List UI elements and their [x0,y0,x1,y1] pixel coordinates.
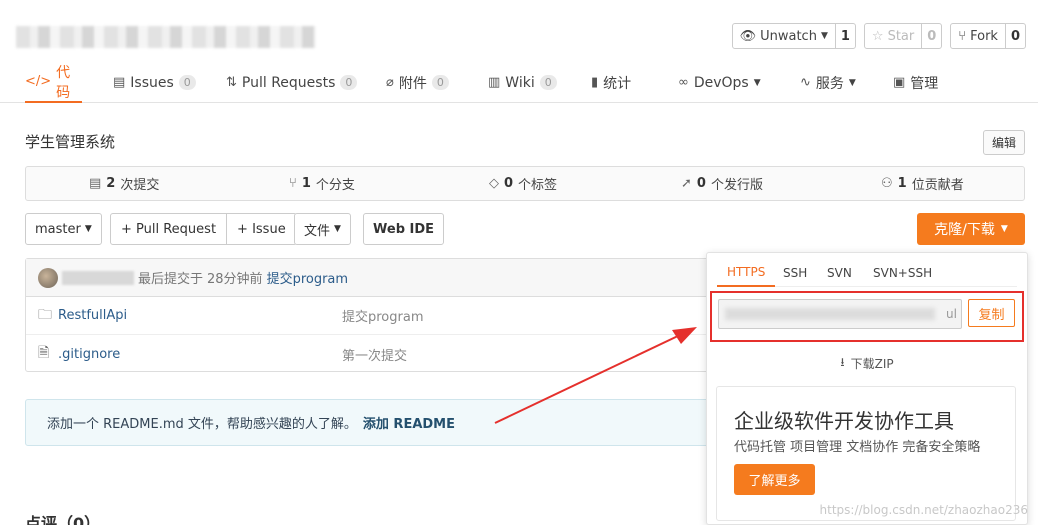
repo-actions: 👁 Unwatch ▼ 1 ☆ Star 0 ⑂ Fork 0 [731,23,1026,49]
new-issue-button[interactable]: + Issue [226,214,296,244]
project-description: 学生管理系统 [25,133,116,151]
clone-download-button[interactable]: 克隆/下载 ▼ [917,213,1025,245]
code-icon: </> [25,74,52,89]
file-name-link[interactable]: RestfullApi [58,308,127,323]
stat-branches[interactable]: ⑂ 1 个分支 [289,167,355,200]
tab-ssh[interactable]: SSH [773,259,817,287]
devops-icon: ∞ [678,75,689,90]
author-name-redacted [62,270,134,285]
star-count: 0 [921,24,941,48]
stats-icon: ▮ [591,75,599,90]
tab-code[interactable]: </> 代码 [25,62,82,103]
caret-down-icon: ▼ [848,77,856,88]
watch-count: 1 [834,24,855,48]
download-zip-link[interactable]: ⭳ 下载ZIP [707,353,1027,374]
tab-pull-requests[interactable]: ⇅ Pull Requests 0 [226,62,358,103]
caret-down-icon: ▼ [820,31,828,41]
commit-message-link[interactable]: 提交program [267,268,349,287]
repo-tabs: </> 代码 ▤ Issues 0 ⇅ Pull Requests 0 ⌀ 附件 0 ▥ Wik… [0,62,1038,103]
protocol-tabs: HTTPS SSH SVN SVN+SSH [717,259,1017,287]
repo-stats-bar: ▤ 2 次提交 ⑂ 1 个分支 ◇ 0 个标签 ➚ 0 个发行版 ⚇ 1 位贡献者 [25,166,1025,201]
issues-icon: ▤ [113,75,126,90]
branch-icon: ⑂ [289,176,297,191]
avatar [38,267,58,288]
caret-down-icon: ▼ [84,224,92,234]
clone-dropdown: HTTPS SSH SVN SVN+SSH ul 复制 ⭳ 下载ZIP 企业级软件… [706,252,1028,525]
fork-count: 0 [1004,24,1025,48]
tab-service[interactable]: ∿ 服务 ▼ [800,62,856,103]
commit-icon: ▤ [89,176,102,191]
tab-wiki[interactable]: ▥ Wiki 0 [488,62,557,103]
repo-title-redacted [16,26,316,48]
tab-issues[interactable]: ▤ Issues 0 [113,62,196,103]
file-menu-button[interactable]: 文件 ▼ [294,213,351,245]
web-ide-button[interactable]: Web IDE [363,213,445,245]
branch-select[interactable]: master ▼ [25,213,102,245]
clone-url-input[interactable]: ul [718,299,962,329]
tab-devops[interactable]: ∞ DevOps ▼ [678,62,761,103]
stat-releases[interactable]: ➚ 0 个发行版 [681,167,763,200]
tab-https[interactable]: HTTPS [717,259,776,287]
stat-tags[interactable]: ◇ 0 个标签 [489,167,557,200]
attachment-icon: ⌀ [386,75,394,90]
caret-down-icon: ▼ [1000,224,1008,234]
url-redacted [725,308,935,320]
file-icon: 🗎 [38,345,50,361]
tab-svn-ssh[interactable]: SVN+SSH [863,259,942,287]
tab-svn[interactable]: SVN [817,259,862,287]
readme-hint: 添加一个 README.md 文件，帮助感兴趣的人了解。 添加 README [25,399,725,446]
latest-commit-row: 最后提交于 28分钟前 提交program [26,259,714,297]
manage-icon: ▣ [893,75,906,90]
folder-icon: 🗀 [38,306,52,323]
star-icon: ☆ [871,28,884,44]
new-pull-request-button[interactable]: + Pull Request [111,214,226,244]
tab-stats[interactable]: ▮ 统计 [591,62,631,103]
file-commit-message[interactable]: 第一次提交 [342,345,407,364]
service-icon: ∿ [800,75,811,90]
caret-down-icon: ▼ [334,224,341,234]
stat-commits[interactable]: ▤ 2 次提交 [89,167,159,200]
watermark: https://blog.csdn.net/zhaozhao236 [819,503,1028,517]
copy-button[interactable]: 复制 [968,299,1015,327]
add-readme-link[interactable]: 添加 README [363,413,455,432]
download-icon: ⭳ [840,355,845,369]
file-commit-message[interactable]: 提交program [342,306,424,325]
release-icon: ➚ [681,176,692,191]
comments-heading: 点评（0） [25,514,101,525]
promo-title: 企业级软件开发协作工具 [734,409,954,433]
tag-icon: ◇ [489,176,499,191]
fork-button[interactable]: ⑂ Fork 0 [950,23,1026,49]
unwatch-button[interactable]: 👁 Unwatch ▼ 1 [731,23,856,49]
pr-issue-group: + Pull Request + Issue [110,213,297,245]
fork-icon: ⑂ [958,28,967,44]
promo-card: 企业级软件开发协作工具 代码托管 项目管理 文档协作 完备安全策略 了解更多 [716,386,1016,521]
learn-more-button[interactable]: 了解更多 [734,464,815,495]
url-highlight-box: ul 复制 [710,291,1024,342]
table-row: 🗀 RestfullApi 提交program [26,297,714,335]
tab-manage[interactable]: ▣ 管理 [893,62,938,103]
tab-attachments[interactable]: ⌀ 附件 0 [386,62,449,103]
pull-request-icon: ⇅ [226,75,237,90]
caret-down-icon: ▼ [753,77,761,88]
promo-subtitle: 代码托管 项目管理 文档协作 完备安全策略 [734,440,981,455]
star-button[interactable]: ☆ Star 0 [863,23,943,49]
wiki-icon: ▥ [488,75,501,90]
stat-contributors[interactable]: ⚇ 1 位贡献者 [881,167,964,200]
file-name-link[interactable]: .gitignore [58,347,120,362]
edit-button[interactable]: 编辑 [982,130,1025,155]
contributors-icon: ⚇ [881,176,893,191]
file-list: 最后提交于 28分钟前 提交program 🗀 RestfullApi 提交pr… [25,258,715,372]
table-row: 🗎 .gitignore 第一次提交 [26,335,714,373]
eye-icon: 👁 [739,28,757,44]
